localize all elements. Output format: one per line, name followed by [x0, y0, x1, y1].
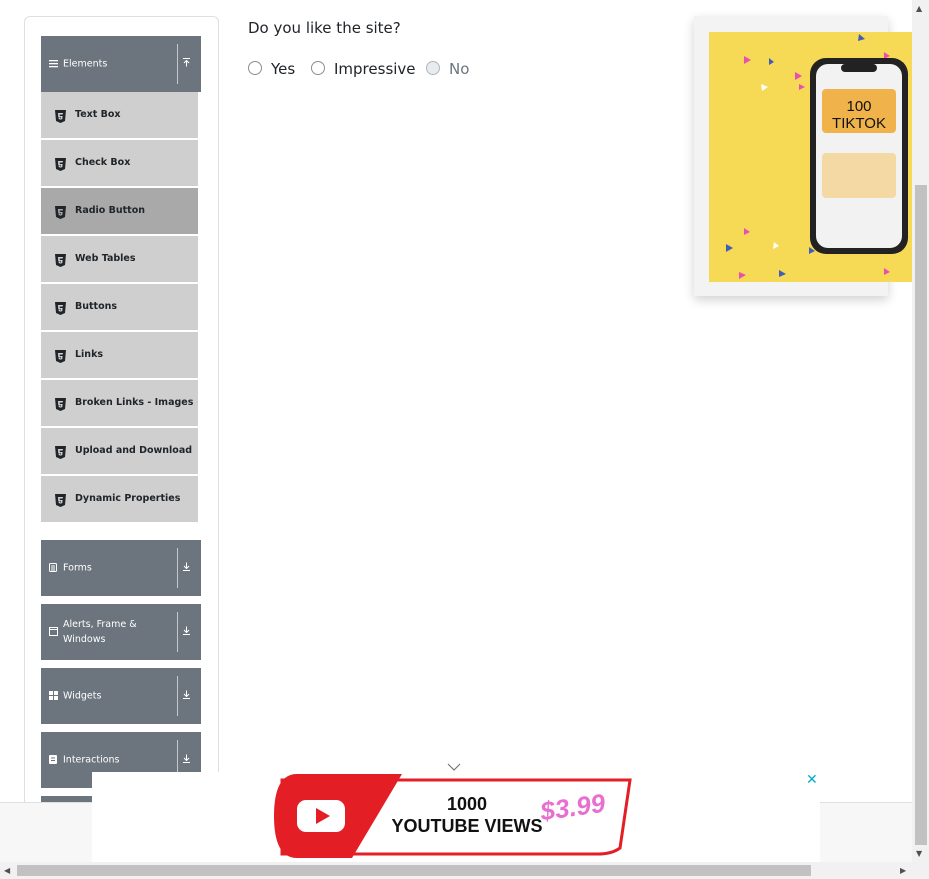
- sidebar-group-elements[interactable]: Elements: [41, 36, 201, 92]
- sidebar-group-label: Forms: [63, 562, 92, 574]
- sidebar-group-label: Alerts, Frame & Windows: [63, 619, 137, 645]
- divider: [177, 44, 178, 84]
- youtube-ad[interactable]: 1000 YOUTUBE VIEWS $3.99: [92, 772, 820, 862]
- html5-icon: [55, 204, 66, 219]
- scroll-up-arrow-icon[interactable]: ▲: [916, 4, 922, 14]
- menu-item-label: Broken Links - Images: [75, 397, 194, 408]
- menu-item-radio-button[interactable]: Radio Button: [41, 188, 198, 234]
- menu-item-label: Check Box: [75, 157, 131, 168]
- html5-icon: [55, 300, 66, 315]
- radio-label[interactable]: Impressive: [334, 60, 416, 78]
- scroll-down-arrow-icon[interactable]: ▼: [916, 849, 922, 859]
- menu-item-buttons[interactable]: Buttons: [41, 284, 198, 330]
- html5-icon: [55, 252, 66, 267]
- menu-item-web-tables[interactable]: Web Tables: [41, 236, 198, 282]
- html5-icon: [55, 348, 66, 363]
- html5-icon: [55, 108, 66, 123]
- sidebar-group-label: Interactions: [63, 754, 120, 766]
- horizontal-scroll-thumb[interactable]: [17, 865, 811, 876]
- menu-item-label: Upload and Download: [75, 445, 193, 456]
- menu-item-text-box[interactable]: Text Box: [41, 92, 198, 138]
- menu-item-links[interactable]: Links: [41, 332, 198, 378]
- sidebar-group-forms[interactable]: Forms: [41, 540, 201, 596]
- radio-label: No: [449, 60, 470, 78]
- html5-icon: [55, 396, 66, 411]
- close-icon[interactable]: ✕: [806, 772, 818, 788]
- list-icon: [49, 755, 59, 765]
- html5-icon: [55, 492, 66, 507]
- ad-text: YOUTUBE VIEWS: [391, 816, 542, 836]
- arrow-down-icon[interactable]: [182, 754, 191, 767]
- arrow-down-icon[interactable]: [182, 626, 191, 639]
- menu-item-upload-download[interactable]: Upload and Download: [41, 428, 198, 474]
- menu-item-label: Dynamic Properties: [75, 493, 181, 504]
- ad-text: TIKTOK: [832, 115, 886, 132]
- grid-icon: [49, 691, 59, 701]
- menu-item-label: Buttons: [75, 301, 118, 312]
- html5-icon: [55, 444, 66, 459]
- sidebar-group-widgets[interactable]: Widgets: [41, 668, 201, 724]
- html5-icon: [55, 156, 66, 171]
- radio-button: [426, 61, 440, 75]
- scroll-right-arrow-icon[interactable]: ▶: [900, 866, 906, 876]
- arrow-down-icon[interactable]: [182, 690, 191, 703]
- menu-item-check-box[interactable]: Check Box: [41, 140, 198, 186]
- sidebar-menu-list: Text Box Check Box Radio Button Web Tabl…: [41, 92, 198, 524]
- menu-item-label: Web Tables: [75, 253, 136, 264]
- sidebar-group-label: Widgets: [63, 690, 102, 702]
- tiktok-ad[interactable]: 100 TIKTOK: [709, 32, 912, 282]
- arrow-up-icon[interactable]: [182, 58, 191, 71]
- divider: [177, 676, 178, 716]
- page-question: Do you like the site?: [248, 19, 401, 37]
- hamburger-icon: [49, 59, 59, 69]
- vertical-scroll-thumb[interactable]: [915, 185, 927, 845]
- menu-item-broken-links[interactable]: Broken Links - Images: [41, 380, 198, 426]
- menu-item-label: Radio Button: [75, 205, 145, 216]
- divider: [177, 548, 178, 588]
- menu-item-label: Text Box: [75, 109, 121, 120]
- radio-button[interactable]: [311, 61, 325, 75]
- menu-item-label: Links: [75, 349, 104, 360]
- scroll-left-arrow-icon[interactable]: ◀: [4, 866, 10, 876]
- sidebar-group-label: Elements: [63, 58, 108, 70]
- menu-item-dynamic-properties[interactable]: Dynamic Properties: [41, 476, 198, 522]
- ad-text: 100: [846, 98, 871, 115]
- arrow-down-icon[interactable]: [182, 562, 191, 575]
- divider: [177, 612, 178, 652]
- radio-button[interactable]: [248, 61, 262, 75]
- form-icon: [49, 563, 59, 573]
- window-icon: [49, 627, 59, 637]
- radio-label[interactable]: Yes: [271, 60, 295, 78]
- ad-text: 1000: [447, 794, 487, 814]
- confetti-decoration: 100 TIKTOK: [726, 34, 908, 279]
- sidebar-group-alerts[interactable]: Alerts, Frame & Windows: [41, 604, 201, 660]
